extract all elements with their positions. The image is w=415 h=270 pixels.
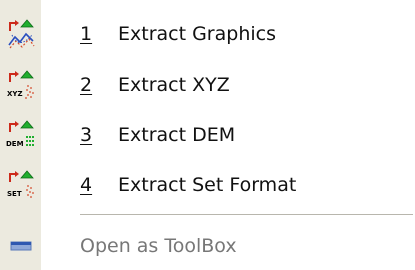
menu-item-label: Extract DEM [118,124,236,146]
menu-item-number: 3 [80,124,93,146]
icon-text-set: SET [7,190,22,198]
menu-item-open-as-toolbox[interactable]: Open as ToolBox [0,222,415,270]
icon-text-xyz: XYZ [7,90,23,98]
menu-item-extract-graphics[interactable]: 1 Extract Graphics [0,10,415,58]
menu-separator-highlight [80,215,413,216]
toolbox-icon [0,222,41,270]
menu-item-label: Extract XYZ [118,74,230,96]
context-menu: 1 Extract Graphics XYZ 2 Extract XYZ DEM… [0,0,415,270]
menu-item-label: Extract Set Format [118,174,297,196]
menu-item-number: 1 [80,23,93,45]
menu-item-label: Open as ToolBox [80,235,237,257]
icon-text-dem: DEM [6,140,24,148]
menu-item-label: Extract Graphics [118,23,276,45]
extract-xyz-icon: XYZ [0,61,41,109]
extract-dem-icon: DEM [0,111,41,159]
menu-item-extract-xyz[interactable]: XYZ 2 Extract XYZ [0,61,415,109]
extract-set-icon: SET [0,161,41,209]
menu-item-number: 4 [80,174,93,196]
menu-item-number: 2 [80,74,93,96]
menu-item-extract-set-format[interactable]: SET 4 Extract Set Format [0,161,415,209]
menu-item-extract-dem[interactable]: DEM 3 Extract DEM [0,111,415,159]
extract-graphics-icon [0,10,41,58]
